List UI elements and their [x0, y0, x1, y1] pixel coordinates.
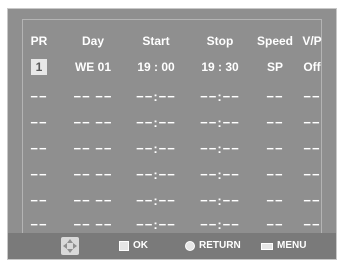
column-header-pr: PR	[30, 34, 48, 48]
start-time-value[interactable]: 19 : 00	[126, 56, 186, 78]
stop-time-value[interactable]: −−:−−	[190, 86, 250, 108]
start-time-value[interactable]: −−:−−	[126, 86, 186, 108]
timer-row-1[interactable]: 1 WE 01 19 : 00 19 : 30 SP Off	[23, 56, 321, 78]
column-header-stop: Stop	[206, 34, 234, 48]
speed-value[interactable]: −−	[251, 112, 299, 134]
start-time-value[interactable]: −−:−−	[126, 112, 186, 134]
timer-row-6[interactable]: −− −− −− −−:−− −−:−− −− −−	[23, 190, 321, 212]
menu-icon	[261, 243, 273, 250]
start-time-value[interactable]: −−:−−	[126, 164, 186, 186]
vps-pdc-value[interactable]: −−	[297, 138, 327, 160]
four-way-arrows-icon	[61, 237, 79, 255]
return-icon	[185, 241, 195, 251]
vps-pdc-value[interactable]: −−	[297, 86, 327, 108]
ok-enter-icon	[119, 241, 129, 251]
button-guide-bar: OK RETURN MENU	[8, 233, 336, 259]
program-number[interactable]: −−	[25, 190, 53, 212]
vps-pdc-value[interactable]: −−	[297, 112, 327, 134]
speed-value[interactable]: −−	[251, 86, 299, 108]
column-header-day: Day	[81, 34, 104, 48]
return-hint-label: RETURN	[199, 240, 241, 251]
stop-time-value[interactable]: 19 : 30	[190, 56, 250, 78]
column-header-vp: V/P	[302, 34, 322, 48]
menu-hint-label: MENU	[277, 240, 307, 251]
program-number[interactable]: −−	[25, 164, 53, 186]
speed-value[interactable]: −−	[251, 164, 299, 186]
vps-pdc-value[interactable]: Off	[297, 56, 327, 78]
timer-row-5[interactable]: −− −− −− −−:−− −−:−− −− −−	[23, 164, 321, 186]
stop-time-value[interactable]: −−:−−	[190, 190, 250, 212]
table-header: PR Day Start Stop Speed V/P	[23, 30, 322, 52]
program-number[interactable]: −−	[25, 112, 53, 134]
day-value[interactable]: −− −−	[65, 164, 121, 186]
stop-time-value[interactable]: −−:−−	[190, 164, 250, 186]
day-value[interactable]: −− −−	[65, 138, 121, 160]
ok-hint-label: OK	[133, 240, 148, 251]
speed-value[interactable]: −−	[251, 138, 299, 160]
start-time-value[interactable]: −−:−−	[126, 190, 186, 212]
day-value[interactable]: −− −−	[65, 86, 121, 108]
vps-pdc-value[interactable]: −−	[297, 190, 327, 212]
speed-value[interactable]: −−	[251, 190, 299, 212]
program-number-highlight[interactable]: 1	[31, 59, 47, 75]
stop-time-value[interactable]: −−:−−	[190, 138, 250, 160]
timer-row-2[interactable]: −− −− −− −−:−− −−:−− −− −−	[23, 86, 321, 108]
vps-pdc-value[interactable]: −−	[297, 164, 327, 186]
timer-row-4[interactable]: −− −− −− −−:−− −−:−− −− −−	[23, 138, 321, 160]
start-time-value[interactable]: −−:−−	[126, 138, 186, 160]
column-header-speed: Speed	[256, 34, 293, 48]
program-number[interactable]: −−	[25, 138, 53, 160]
program-number[interactable]: −−	[25, 86, 53, 108]
stop-time-value[interactable]: −−:−−	[190, 112, 250, 134]
program-number[interactable]: 1	[30, 56, 48, 78]
day-value[interactable]: WE 01	[65, 56, 121, 78]
day-value[interactable]: −− −−	[65, 112, 121, 134]
timer-programming-screen: PR Day Start Stop Speed V/P 1 WE 01 19 :…	[7, 8, 337, 260]
timer-table-frame: PR Day Start Stop Speed V/P 1 WE 01 19 :…	[22, 19, 322, 245]
speed-value[interactable]: SP	[251, 56, 299, 78]
column-header-start: Start	[142, 34, 170, 48]
day-value[interactable]: −− −−	[65, 190, 121, 212]
timer-row-3[interactable]: −− −− −− −−:−− −−:−− −− −−	[23, 112, 321, 134]
